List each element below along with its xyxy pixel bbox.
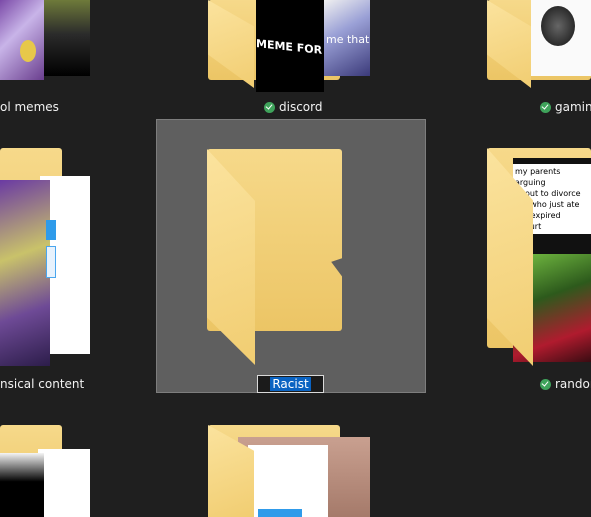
folder-thumbnail: [20, 40, 36, 62]
check-circle-icon: [264, 101, 275, 113]
thumbnail-object: [541, 6, 575, 46]
check-circle-icon: [540, 101, 551, 113]
folder-name: nsical content: [0, 377, 85, 391]
thumbnail-caption: me that: [326, 33, 370, 46]
folder-item-gaming[interactable]: [487, 0, 591, 95]
folder-paper: [38, 449, 90, 517]
folder-item-bottom-middle[interactable]: [208, 425, 370, 517]
folder-icon: [207, 149, 353, 367]
folder-thumbnail: [258, 509, 302, 517]
folder-thumbnail: MEME FOR THA: [256, 0, 351, 92]
folder-thumbnail: me that: [324, 0, 370, 76]
folder-item-whimsical-content[interactable]: [0, 148, 92, 370]
folder-name: randor: [555, 377, 591, 391]
folder-paper: [248, 445, 328, 517]
folder-item-new[interactable]: [207, 149, 353, 367]
folder-item-discord[interactable]: MEME FOR THA me that: [208, 0, 370, 95]
folder-thumbnail: [46, 246, 56, 278]
rename-input[interactable]: Racist: [257, 375, 324, 393]
folder-thumbnail: [0, 180, 50, 366]
folder-name: ol memes: [0, 100, 59, 114]
folder-thumbnail: [44, 0, 90, 76]
folder-thumbnail: [0, 453, 44, 517]
folder-name: gamin: [555, 100, 591, 114]
folder-label-discord: discord: [264, 100, 322, 114]
folder-name: discord: [279, 100, 323, 114]
folder-label-gaming: gamin: [540, 100, 591, 114]
rename-text-selection: Racist: [270, 377, 311, 391]
folder-item-random[interactable]: my parents arguing about to divorce me w…: [487, 148, 591, 370]
folder-item-bottom-left[interactable]: [0, 425, 92, 517]
folder-thumbnail: [0, 0, 44, 80]
folder-thumbnail: [46, 220, 56, 240]
folder-thumbnail: [531, 0, 591, 76]
folder-item-memes[interactable]: [0, 0, 92, 95]
caption-line: my parents arguing: [515, 167, 561, 187]
check-circle-icon: [540, 378, 551, 390]
folder-label-random: randor: [540, 377, 591, 391]
folder-label-memes: ol memes: [0, 100, 59, 114]
folder-label-whimsical-content: nsical content: [0, 377, 84, 391]
